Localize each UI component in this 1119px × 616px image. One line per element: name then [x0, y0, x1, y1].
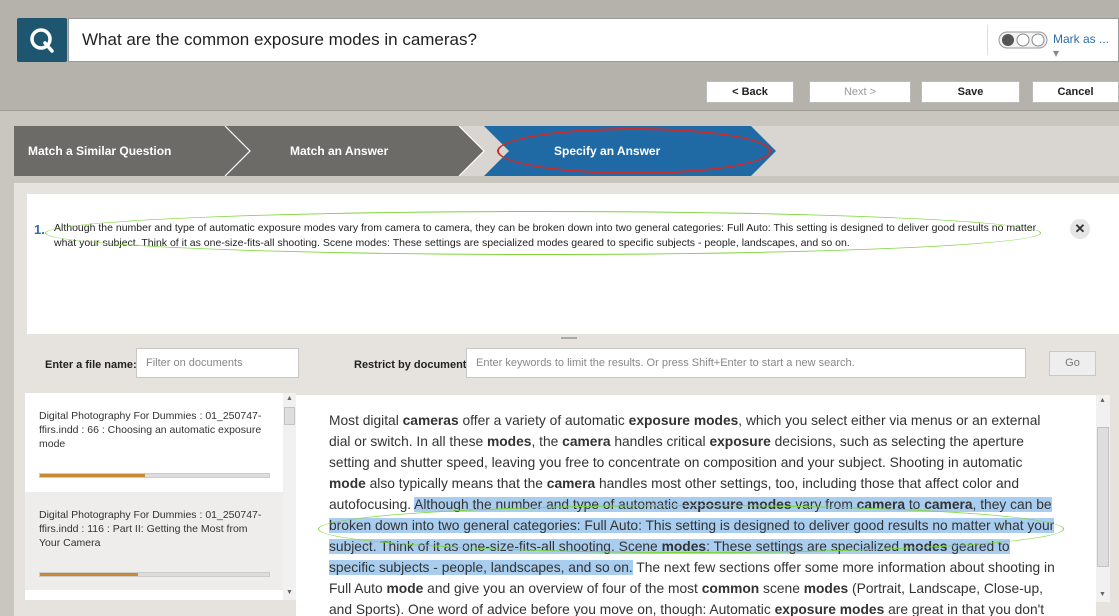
- relevance-fill: [40, 573, 139, 576]
- scroll-down-icon[interactable]: ▼: [286, 589, 293, 596]
- step-match-question[interactable]: Match a Similar Question: [28, 144, 171, 158]
- close-icon[interactable]: ✕: [1070, 219, 1090, 239]
- go-button[interactable]: Go: [1049, 351, 1096, 376]
- status-toggle-icon[interactable]: [998, 31, 1048, 49]
- result-title: Digital Photography For Dummies : 01_250…: [39, 410, 262, 450]
- document-viewer: Most digital cameras offer a variety of …: [296, 395, 1096, 616]
- document-text-segment: cameras: [402, 413, 459, 428]
- relevance-bar: [39, 572, 270, 577]
- highlighted-text: Although the number and type of automati…: [414, 497, 682, 512]
- highlighted-text: : These settings are specialized: [706, 539, 903, 554]
- document-text-segment: modes: [486, 434, 532, 449]
- document-text-segment: exposure: [709, 434, 771, 449]
- result-list-scrollbar[interactable]: ▲ ▼: [283, 393, 296, 600]
- highlighted-text: to: [905, 497, 925, 512]
- mark-as-dropdown[interactable]: Mark as ... ▾: [1053, 32, 1118, 60]
- answer-card: 1. Although the number and type of autom…: [27, 194, 1119, 334]
- document-text-segment: camera: [546, 476, 596, 491]
- document-text-segment: also typically means that the: [365, 476, 547, 491]
- result-item[interactable]: Digital Photography For Dummies : 01_250…: [25, 393, 283, 491]
- document-text-segment: exposure modes: [628, 413, 739, 428]
- next-button[interactable]: Next >: [809, 81, 911, 103]
- highlighted-text: modes: [661, 539, 707, 554]
- highlighted-text: camera: [924, 497, 973, 512]
- scroll-up-icon[interactable]: ▲: [1099, 397, 1106, 404]
- highlighted-text: exposure modes: [681, 497, 792, 512]
- document-text-segment: mode: [386, 581, 424, 596]
- document-text-segment: exposure modes: [774, 602, 885, 616]
- chevron-down-icon: ▾: [1053, 46, 1060, 60]
- highlighted-text: camera: [856, 497, 906, 512]
- file-name-label: Enter a file name:: [45, 359, 137, 371]
- document-text-segment: scene: [759, 581, 804, 596]
- relevance-bar: [39, 473, 270, 478]
- save-button[interactable]: Save: [921, 81, 1020, 103]
- document-text: Most digital cameras offer a variety of …: [329, 410, 1056, 616]
- scroll-thumb[interactable]: [1097, 427, 1109, 567]
- result-title: Digital Photography For Dummies : 01_250…: [39, 509, 262, 549]
- document-text-segment: , the: [531, 434, 563, 449]
- step-specify-answer[interactable]: Specify an Answer: [554, 144, 660, 158]
- wizard-steps: Match a Similar Question Match an Answer…: [14, 126, 1119, 176]
- document-text-segment: offer a variety of automatic: [458, 413, 629, 428]
- document-text-segment: and give you an overview of four of the …: [423, 581, 702, 596]
- app-logo[interactable]: [17, 18, 67, 62]
- question-text: What are the common exposure modes in ca…: [82, 30, 477, 49]
- highlighted-text: vary from: [791, 497, 857, 512]
- restrict-keywords-input[interactable]: Enter keywords to limit the results. Or …: [466, 348, 1026, 378]
- document-scrollbar[interactable]: ▲ ▼: [1096, 395, 1110, 602]
- document-text-segment: mode: [329, 476, 366, 491]
- question-field[interactable]: What are the common exposure modes in ca…: [68, 18, 1119, 62]
- file-filter-input[interactable]: Filter on documents: [136, 348, 299, 378]
- restrict-label: Restrict by document:: [354, 359, 471, 371]
- result-item[interactable]: Digital Photography For Dummies : 01_250…: [25, 492, 283, 590]
- step-match-answer[interactable]: Match an Answer: [290, 144, 388, 158]
- document-text-segment: handles critical: [610, 434, 710, 449]
- back-button[interactable]: < Back: [706, 81, 794, 103]
- cancel-button[interactable]: Cancel: [1032, 81, 1119, 103]
- document-text-segment: Most digital: [329, 413, 403, 428]
- answer-text: Although the number and type of automati…: [54, 222, 1037, 249]
- divider: [987, 25, 988, 55]
- document-text-segment: camera: [562, 434, 611, 449]
- mark-as-label: Mark as ...: [1053, 32, 1110, 46]
- scroll-up-icon[interactable]: ▲: [286, 395, 293, 402]
- highlighted-text: modes: [902, 539, 948, 554]
- result-list: Digital Photography For Dummies : 01_250…: [25, 393, 283, 600]
- document-text-segment: common: [701, 581, 760, 596]
- relevance-fill: [40, 474, 146, 477]
- document-text-segment: modes: [803, 581, 849, 596]
- scroll-thumb[interactable]: [284, 407, 295, 425]
- answer-number: 1.: [34, 222, 45, 237]
- resize-handle[interactable]: [561, 337, 577, 339]
- logo-q-icon: [30, 28, 54, 53]
- scroll-down-icon[interactable]: ▼: [1099, 591, 1106, 598]
